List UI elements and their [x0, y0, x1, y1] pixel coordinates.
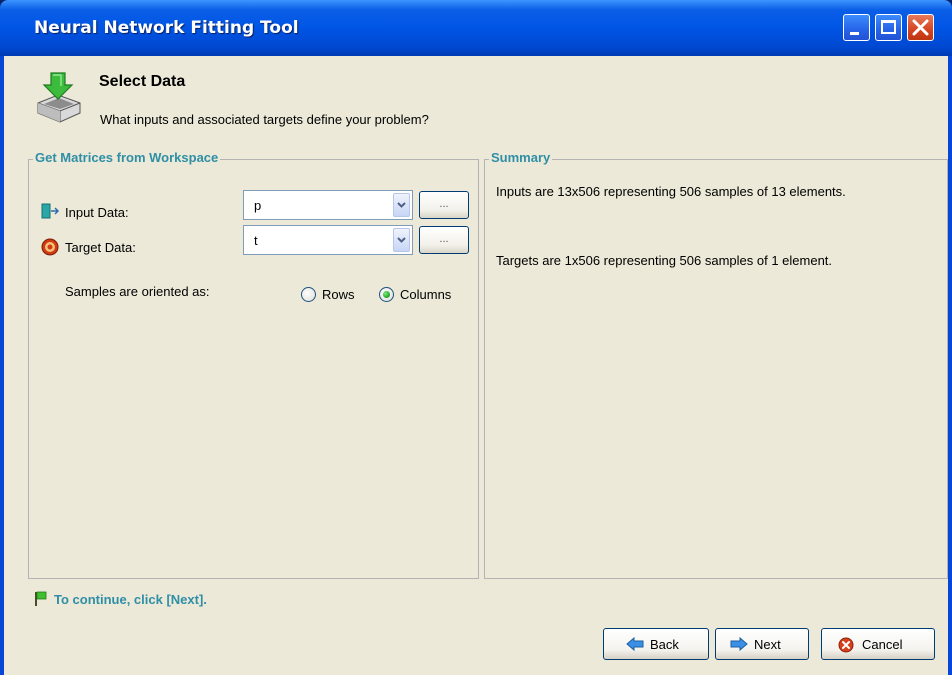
- chevron-down-icon: [397, 237, 406, 243]
- input-data-dropdown-button[interactable]: [393, 193, 410, 217]
- next-button-label: Next: [754, 637, 781, 652]
- workspace-group-title: Get Matrices from Workspace: [33, 150, 221, 165]
- input-data-browse-button[interactable]: ...: [419, 191, 469, 219]
- maximize-button[interactable]: [875, 14, 902, 41]
- page-subtitle: What inputs and associated targets defin…: [100, 112, 429, 127]
- chevron-down-icon: [397, 202, 406, 208]
- summary-group-title: Summary: [489, 150, 553, 165]
- input-data-icon: [41, 203, 60, 219]
- input-data-select[interactable]: p: [243, 190, 413, 220]
- window-frame-right: [948, 56, 952, 675]
- target-data-icon: [41, 238, 59, 256]
- flag-icon: [35, 591, 47, 606]
- summary-inputs-text: Inputs are 13x506 representing 506 sampl…: [496, 184, 846, 199]
- summary-group: Summary Inputs are 13x506 representing 5…: [484, 150, 948, 579]
- maximize-icon: [881, 20, 896, 34]
- rows-radio-label[interactable]: Rows: [322, 287, 355, 302]
- workspace-group: Get Matrices from Workspace Input Data: …: [28, 150, 479, 579]
- page-title: Select Data: [99, 73, 186, 90]
- minimize-button[interactable]: [843, 14, 870, 41]
- columns-radio-label[interactable]: Columns: [400, 287, 451, 302]
- target-data-browse-button[interactable]: ...: [419, 226, 469, 254]
- back-button-label: Back: [650, 637, 679, 652]
- close-icon: [912, 19, 929, 36]
- target-data-label: Target Data:: [65, 240, 136, 255]
- arrow-left-icon: [626, 637, 644, 651]
- cancel-button[interactable]: Cancel: [821, 628, 935, 660]
- application-window: Neural Network Fitting Tool Select Data …: [0, 0, 952, 675]
- window-title: Neural Network Fitting Tool: [34, 18, 299, 38]
- arrow-right-icon: [730, 637, 748, 651]
- client-area: Select Data What inputs and associated t…: [4, 56, 948, 675]
- continue-hint: To continue, click [Next].: [54, 592, 207, 607]
- target-data-value: t: [254, 233, 258, 248]
- target-data-select[interactable]: t: [243, 225, 413, 255]
- input-data-label: Input Data:: [65, 205, 129, 220]
- input-data-value: p: [254, 198, 262, 213]
- back-button[interactable]: Back: [603, 628, 709, 660]
- columns-radio[interactable]: [379, 287, 394, 302]
- orientation-label: Samples are oriented as:: [65, 284, 210, 299]
- radio-selected-indicator: [383, 291, 390, 298]
- rows-radio[interactable]: [301, 287, 316, 302]
- close-button[interactable]: [907, 14, 934, 41]
- next-button[interactable]: Next: [715, 628, 809, 660]
- cancel-icon: [838, 637, 854, 653]
- minimize-icon: [850, 32, 859, 35]
- title-bar[interactable]: Neural Network Fitting Tool: [0, 0, 952, 56]
- target-data-dropdown-button[interactable]: [393, 228, 410, 252]
- cancel-button-label: Cancel: [862, 637, 903, 652]
- summary-targets-text: Targets are 1x506 representing 506 sampl…: [496, 253, 833, 268]
- data-import-icon: [37, 72, 81, 123]
